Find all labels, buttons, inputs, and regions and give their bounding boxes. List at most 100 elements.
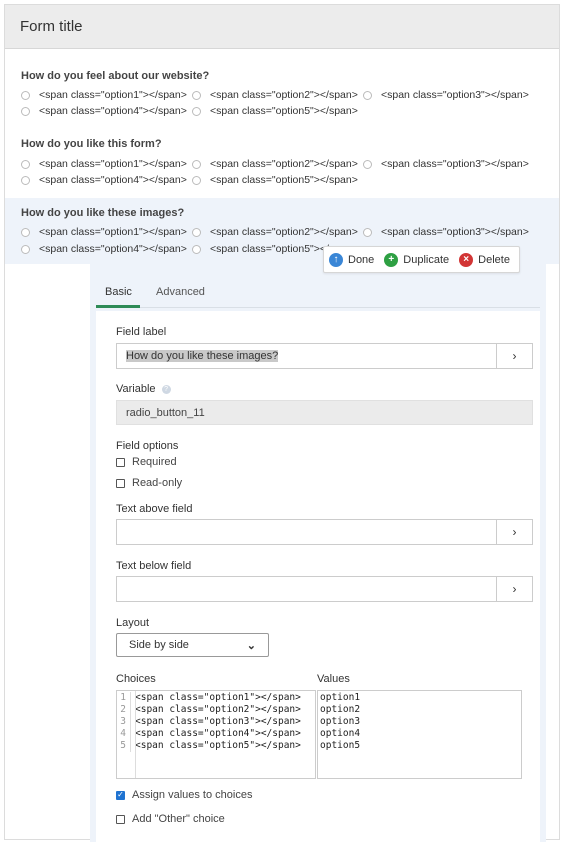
code-line: option1 (320, 692, 361, 703)
plus-icon: + (384, 252, 399, 267)
code-line: option2 (320, 704, 361, 715)
radio-option[interactable]: <span class="option1"></span> (21, 158, 187, 170)
radio-option[interactable]: <span class="option2"></span> (192, 158, 358, 170)
assign-values-label: Assign values to choices (132, 789, 253, 801)
text-below-group: › (116, 576, 533, 602)
chevron-right-icon: › (512, 582, 517, 596)
radio-option[interactable]: <span class="option4"></span> (21, 174, 187, 186)
layout-select[interactable]: Side by side ⌄ (116, 633, 269, 657)
radio-icon[interactable] (192, 159, 201, 169)
radio-option-label: <span class="option4"></span> (39, 105, 187, 117)
question-label: How do you like these images? (21, 207, 185, 219)
chevron-right-icon: › (512, 525, 517, 539)
text-below-heading: Text below field (116, 560, 192, 572)
field-label-heading: Field label (116, 326, 167, 338)
radio-icon[interactable] (21, 175, 30, 185)
radio-option[interactable]: <span class="option1"></span> (21, 226, 187, 238)
values-heading: Values (317, 673, 350, 685)
radio-icon[interactable] (192, 106, 201, 116)
radio-icon[interactable] (21, 227, 30, 237)
radio-option-label: <span class="option2"></span> (210, 158, 358, 170)
radio-option-label: <span class="option3"></span> (381, 89, 529, 101)
radio-icon[interactable] (363, 159, 372, 169)
radio-option[interactable]: <span class="option2"></span> (192, 226, 358, 238)
required-checkbox-row[interactable]: Required (116, 456, 177, 468)
choices-editor[interactable]: 1 <span class="option1"></span> 2 <span cl… (116, 690, 316, 779)
tab-advanced[interactable]: Advanced (156, 286, 205, 298)
field-label-input[interactable]: How do you like these images? (116, 343, 496, 369)
text-below-chevron-button[interactable]: › (496, 576, 533, 602)
done-button[interactable]: ↑ Done (329, 252, 375, 267)
radio-option[interactable]: <span class="option3"></span> (363, 89, 529, 101)
duplicate-button[interactable]: + Duplicate (384, 252, 449, 267)
radio-icon[interactable] (192, 175, 201, 185)
add-other-checkbox[interactable] (116, 814, 125, 824)
radio-option[interactable]: <span class="option1"></span> (21, 89, 187, 101)
required-checkbox[interactable] (116, 457, 125, 467)
form-header: Form title (5, 5, 559, 49)
chevron-down-icon: ⌄ (246, 640, 256, 652)
question-2[interactable]: How do you like this form? <span class="… (5, 133, 559, 193)
layout-heading: Layout (116, 617, 150, 629)
radio-option-label: <span class="option1"></span> (39, 226, 187, 238)
arrow-up-icon: ↑ (329, 252, 343, 267)
radio-option[interactable]: <span class="option5"></span> (192, 174, 358, 186)
code-line: option5 (320, 740, 361, 751)
text-above-input[interactable] (116, 519, 496, 545)
text-above-group: › (116, 519, 533, 545)
radio-icon[interactable] (363, 227, 372, 237)
radio-option[interactable]: <span class="option3"></span> (363, 226, 529, 238)
assign-values-checkbox-row[interactable]: ✓ Assign values to choices (116, 789, 252, 801)
readonly-checkbox-row[interactable]: Read-only (116, 477, 182, 489)
radio-icon[interactable] (192, 90, 201, 100)
code-line: 4 <span class="option4"></span> (117, 728, 315, 740)
text-above-chevron-button[interactable]: › (496, 519, 533, 545)
radio-icon[interactable] (21, 90, 30, 100)
code-line: option3 (320, 716, 361, 727)
code-line: 5 <span class="option5"></span> (117, 740, 315, 752)
radio-option-label: <span class="option2"></span> (210, 89, 358, 101)
radio-icon[interactable] (21, 244, 30, 254)
field-options-heading: Field options (116, 440, 179, 452)
basic-tab-panel: Field label How do you like these images… (96, 311, 540, 842)
line-gutter (117, 691, 136, 778)
required-label: Required (132, 456, 177, 468)
question-label: How do you feel about our website? (21, 70, 210, 82)
radio-icon[interactable] (192, 227, 201, 237)
tab-basic[interactable]: Basic (105, 286, 132, 298)
field-label-group: How do you like these images? › (116, 343, 533, 369)
values-editor[interactable]: option1 option2 option3 option4 option5 (317, 690, 522, 779)
radio-option[interactable]: <span class="option4"></span> (21, 105, 187, 117)
radio-option-label: <span class="option2"></span> (210, 226, 358, 238)
chevron-right-icon: › (512, 349, 517, 363)
radio-option-label: <span class="option5"></span> (210, 174, 358, 186)
help-icon[interactable]: ? (161, 384, 171, 394)
radio-icon[interactable] (192, 244, 201, 254)
radio-option-label: <span class="option3"></span> (381, 226, 529, 238)
text-above-heading: Text above field (116, 503, 193, 515)
delete-button[interactable]: × Delete (459, 252, 510, 267)
radio-icon[interactable] (21, 159, 30, 169)
done-label: Done (348, 253, 375, 266)
radio-option[interactable]: <span class="option2"></span> (192, 89, 358, 101)
radio-option-label: <span class="option4"></span> (39, 243, 187, 255)
radio-option[interactable]: <span class="option3"></span> (363, 158, 529, 170)
radio-icon[interactable] (363, 90, 372, 100)
add-other-label: Add "Other" choice (132, 813, 225, 825)
radio-option-label: <span class="option1"></span> (39, 89, 187, 101)
tab-divider (96, 307, 540, 308)
readonly-checkbox[interactable] (116, 478, 125, 488)
field-label-chevron-button[interactable]: › (496, 343, 533, 369)
radio-icon[interactable] (21, 106, 30, 116)
form-title[interactable]: Form title (20, 18, 83, 35)
code-line: 3 <span class="option3"></span> (117, 716, 315, 728)
delete-label: Delete (478, 253, 510, 266)
radio-option[interactable]: <span class="option5"></span> (192, 105, 358, 117)
radio-option-label: <span class="option1"></span> (39, 158, 187, 170)
text-below-input[interactable] (116, 576, 496, 602)
assign-values-checkbox[interactable]: ✓ (116, 790, 125, 800)
add-other-checkbox-row[interactable]: Add "Other" choice (116, 813, 225, 825)
choices-heading: Choices (116, 673, 156, 685)
radio-option[interactable]: <span class="option4"></span> (21, 243, 187, 255)
question-1[interactable]: How do you feel about our website? <span… (5, 65, 559, 125)
